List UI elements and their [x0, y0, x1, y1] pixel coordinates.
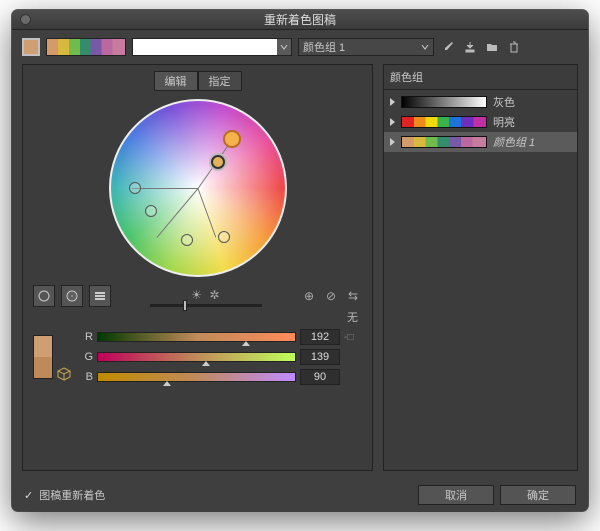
- wheel-bar-icon[interactable]: [89, 285, 111, 307]
- color-group-dropdown[interactable]: 颜色组 1: [298, 38, 434, 56]
- active-color-swatch[interactable]: [22, 38, 40, 56]
- wheel-handle[interactable]: [211, 155, 225, 169]
- wheel-handle[interactable]: [218, 231, 230, 243]
- selected-color-swatch[interactable]: [33, 335, 53, 379]
- brightness-slider[interactable]: [150, 304, 262, 307]
- color-group-swatch: [401, 116, 487, 128]
- wheel-handle[interactable]: [129, 182, 141, 194]
- g-label: G: [79, 351, 93, 363]
- window-title: 重新着色图稿: [12, 11, 588, 28]
- color-group-name: 颜色组 1: [493, 134, 535, 150]
- wheel-handle[interactable]: [145, 205, 157, 217]
- wheel-handle[interactable]: [181, 234, 193, 246]
- chevron-down-icon: [277, 39, 291, 55]
- r-label: R: [79, 331, 93, 343]
- wheel-segment-icon[interactable]: [61, 285, 83, 307]
- link-break-icon[interactable]: ⊘: [322, 287, 340, 305]
- g-slider[interactable]: [97, 352, 296, 362]
- wheel-smooth-icon[interactable]: [33, 285, 55, 307]
- rgb-panel: R 192 -□ G 139 B 90: [33, 329, 362, 385]
- b-value[interactable]: 90: [300, 369, 340, 385]
- expand-triangle-icon[interactable]: [390, 98, 395, 106]
- color-group-swatch: [401, 136, 487, 148]
- left-panel: 编辑 指定: [22, 64, 373, 471]
- sun-icon[interactable]: ☀: [188, 286, 206, 304]
- new-folder-icon[interactable]: [484, 39, 500, 55]
- active-color-group-strip[interactable]: [46, 38, 126, 56]
- color-group-row[interactable]: 灰色: [384, 92, 577, 112]
- b-slider[interactable]: [97, 372, 296, 382]
- link-icon[interactable]: ⇆: [344, 287, 362, 305]
- b-label: B: [79, 371, 93, 383]
- color-groups-header: 颜色组: [384, 65, 577, 90]
- r-slider[interactable]: [97, 332, 296, 342]
- color-groups-list: 灰色明亮颜色组 1: [384, 90, 577, 470]
- color-group-name: 灰色: [493, 94, 515, 110]
- ok-button[interactable]: 确定: [500, 485, 576, 505]
- tabs: 编辑 指定: [33, 71, 362, 91]
- recolor-checkbox[interactable]: ✓: [24, 489, 33, 502]
- color-wheel[interactable]: [109, 99, 287, 277]
- toolbar: 颜色组 1: [12, 30, 588, 64]
- color-groups-panel: 颜色组 灰色明亮颜色组 1: [383, 64, 578, 471]
- gear-icon[interactable]: ✲: [206, 286, 224, 304]
- r-value[interactable]: 192: [300, 329, 340, 345]
- link-add-icon[interactable]: ⊕: [300, 287, 318, 305]
- recolor-checkbox-label[interactable]: 图稿重新着色: [39, 487, 105, 503]
- color-group-row[interactable]: 明亮: [384, 112, 577, 132]
- footer: ✓ 图稿重新着色 取消 确定: [12, 477, 588, 511]
- save-group-icon[interactable]: [462, 39, 478, 55]
- cancel-button[interactable]: 取消: [418, 485, 494, 505]
- trash-icon[interactable]: [506, 39, 522, 55]
- expand-triangle-icon[interactable]: [390, 138, 395, 146]
- color-group-name: 明亮: [493, 114, 515, 130]
- chevron-down-icon: [421, 43, 429, 51]
- adjust-icon[interactable]: -□: [344, 332, 362, 343]
- color-group-row[interactable]: 颜色组 1: [384, 132, 577, 152]
- titlebar: 重新着色图稿: [12, 10, 588, 30]
- g-value[interactable]: 139: [300, 349, 340, 365]
- wheel-handle-primary[interactable]: [223, 130, 241, 148]
- none-label: 无: [33, 309, 362, 325]
- harmony-presets-combo[interactable]: [132, 38, 292, 56]
- tab-edit[interactable]: 编辑: [154, 71, 198, 91]
- tab-assign[interactable]: 指定: [198, 71, 242, 91]
- expand-triangle-icon[interactable]: [390, 118, 395, 126]
- color-group-swatch: [401, 96, 487, 108]
- cube-icon[interactable]: [57, 367, 71, 381]
- color-group-dropdown-label: 颜色组 1: [303, 39, 345, 55]
- eyedropper-icon[interactable]: [440, 39, 456, 55]
- traffic-light-close[interactable]: [20, 14, 31, 25]
